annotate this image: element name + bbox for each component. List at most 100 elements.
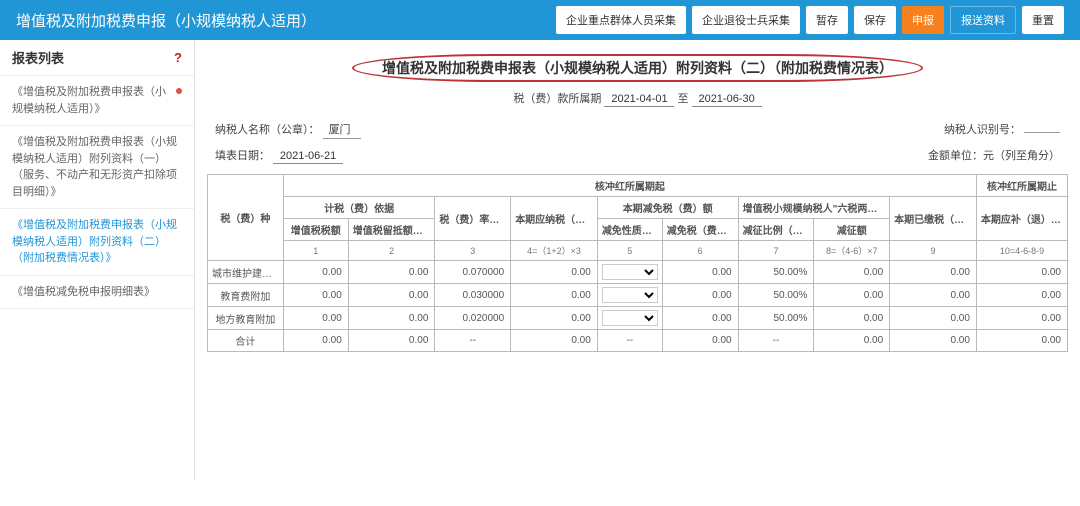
header-bar: 增值税及附加税费申报（小规模纳税人适用） 企业重点群体人员采集 企业退役士兵采集…: [0, 0, 1080, 40]
table-row: 教育费附加 0.00 0.00 0.030000 0.00 0.00 50.00…: [208, 284, 1068, 307]
alert-dot-icon: [176, 88, 182, 94]
btn-declare[interactable]: 申报: [902, 6, 944, 34]
cell[interactable]: 50.00%: [738, 261, 814, 284]
cell[interactable]: 0.00: [976, 261, 1067, 284]
cell: 0.00: [976, 330, 1067, 352]
cell[interactable]: 50.00%: [738, 284, 814, 307]
cell[interactable]: 0.00: [511, 284, 598, 307]
cell[interactable]: 0.020000: [435, 307, 511, 330]
taxpayer-info-row: 纳税人名称（公章）： 厦门 纳税人识别号：: [207, 117, 1068, 143]
th-vat-retained: 增值税留抵额或免征额: [348, 219, 435, 241]
reduction-code-select[interactable]: [602, 264, 658, 280]
cell[interactable]: 0.00: [511, 261, 598, 284]
coln-9: 9: [890, 241, 977, 261]
sidebar-item-attachment-1[interactable]: 《增值税及附加税费申报表（小规模纳税人适用）附列资料（一）（服务、不动产和无形资…: [0, 126, 194, 209]
btn-save[interactable]: 保存: [854, 6, 896, 34]
cell[interactable]: 0.00: [814, 307, 890, 330]
th-policy: 增值税小规模纳税人"六税两费"减征政策: [738, 197, 890, 219]
cell[interactable]: 0.00: [890, 284, 977, 307]
period-from-input[interactable]: [604, 93, 674, 107]
taxpayer-name-label: 纳税人名称（公章）：: [215, 124, 320, 136]
coln-5: 5: [597, 241, 662, 261]
cell[interactable]: 0.00: [283, 261, 348, 284]
row-name-edu-fee: 教育费附加: [208, 284, 284, 307]
sidebar-title-text: 报表列表: [12, 48, 64, 67]
cell[interactable]: 50.00%: [738, 307, 814, 330]
cell[interactable]: 0.00: [511, 307, 598, 330]
coln-6: 6: [662, 241, 738, 261]
cell[interactable]: 0.00: [283, 307, 348, 330]
coln-3: 3: [435, 241, 511, 261]
cell[interactable]: 0.00: [348, 284, 435, 307]
btn-tempsave[interactable]: 暂存: [806, 6, 848, 34]
period-row: 税（费）款所属期 至: [207, 90, 1068, 107]
cell[interactable]: 0.00: [814, 261, 890, 284]
main-content: 增值税及附加税费申报表（小规模纳税人适用）附列资料（二）（附加税费情况表） 税（…: [195, 40, 1080, 480]
btn-key-personnel[interactable]: 企业重点群体人员采集: [556, 6, 686, 34]
coln-7: 7: [738, 241, 814, 261]
th-period-start: 核冲红所属期起: [283, 175, 976, 197]
cell[interactable]: 0.070000: [435, 261, 511, 284]
th-period-end: 核冲红所属期止: [976, 175, 1067, 197]
th-paid: 本期已缴税（费）额: [890, 197, 977, 241]
th-reduction: 本期减免税（费）额: [597, 197, 738, 219]
help-icon[interactable]: ?: [174, 50, 182, 65]
table-colnum-row: 1 2 3 4=（1+2）×3 5 6 7 8=（4-6）×7 9 10=4-6…: [208, 241, 1068, 261]
cell: 0.00: [283, 330, 348, 352]
cell[interactable]: 0.00: [662, 261, 738, 284]
cell[interactable]: 0.00: [890, 261, 977, 284]
reduction-code-select[interactable]: [602, 287, 658, 303]
cell[interactable]: 0.00: [662, 307, 738, 330]
th-reduction-amount: 减免税（费）额: [662, 219, 738, 241]
btn-veteran[interactable]: 企业退役士兵采集: [692, 6, 800, 34]
sidebar-item-label: 《增值税及附加税费申报表（小规模纳税人适用）附列资料（二）（附加税费情况表）》: [12, 217, 182, 267]
table-total-row: 合计 0.00 0.00 -- 0.00 -- 0.00 -- 0.00 0.0…: [208, 330, 1068, 352]
cell[interactable]: 0.00: [890, 307, 977, 330]
th-reduce-pct: 减征比例（%）: [738, 219, 814, 241]
sidebar-item-main-form[interactable]: 《增值税及附加税费申报表（小规模纳税人适用）》: [0, 76, 194, 126]
cell[interactable]: 0.00: [348, 307, 435, 330]
cell[interactable]: 0.00: [283, 284, 348, 307]
tax-table: 税（费）种 核冲红所属期起 核冲红所属期止 计税（费）依据 税（费）率（征收率）…: [207, 174, 1068, 352]
th-supplement: 本期应补（退）税（费）额: [976, 197, 1067, 241]
cell[interactable]: 0.00: [976, 307, 1067, 330]
th-tax-type: 税（费）种: [208, 175, 284, 261]
cell: 0.00: [890, 330, 977, 352]
cell[interactable]: 0.00: [976, 284, 1067, 307]
table-row: 城市维护建设税 0.00 0.00 0.070000 0.00 0.00 50.…: [208, 261, 1068, 284]
th-payable: 本期应纳税（费）额: [511, 197, 598, 241]
cell[interactable]: 0.00: [662, 284, 738, 307]
taxpayer-id-value: [1024, 131, 1060, 133]
sidebar-title: 报表列表 ?: [0, 40, 194, 76]
btn-send-materials[interactable]: 报送资料: [950, 6, 1016, 34]
tax-table-wrapper: 税（费）种 核冲红所属期起 核冲红所属期止 计税（费）依据 税（费）率（征收率）…: [207, 174, 1068, 352]
coln-8: 8=（4-6）×7: [814, 241, 890, 261]
btn-reset[interactable]: 重置: [1022, 6, 1064, 34]
period-sep: 至: [678, 93, 689, 105]
sidebar-item-label: 《增值税及附加税费申报表（小规模纳税人适用）附列资料（一）（服务、不动产和无形资…: [12, 134, 182, 200]
cell-select[interactable]: [597, 307, 662, 330]
cell[interactable]: 0.030000: [435, 284, 511, 307]
taxpayer-id-label: 纳税人识别号：: [944, 124, 1021, 136]
table-header-row-2: 计税（费）依据 税（费）率（征收率）（%） 本期应纳税（费）额 本期减免税（费）…: [208, 197, 1068, 219]
coln-10: 10=4-6-8-9: [976, 241, 1067, 261]
coln-4: 4=（1+2）×3: [511, 241, 598, 261]
sidebar-item-exempt[interactable]: 《增值税减免税申报明细表》: [0, 276, 194, 310]
doc-title-text: 增值税及附加税费申报表（小规模纳税人适用）附列资料（二）（附加税费情况表）: [352, 54, 923, 82]
fill-date-input[interactable]: [273, 150, 343, 164]
row-name-local-edu: 地方教育附加: [208, 307, 284, 330]
cell[interactable]: 0.00: [814, 284, 890, 307]
period-to-input[interactable]: [692, 93, 762, 107]
cell: --: [597, 330, 662, 352]
reduction-code-select[interactable]: [602, 310, 658, 326]
row-name-city-tax: 城市维护建设税: [208, 261, 284, 284]
cell[interactable]: 0.00: [348, 261, 435, 284]
cell-select[interactable]: [597, 261, 662, 284]
cell-select[interactable]: [597, 284, 662, 307]
coln-2: 2: [348, 241, 435, 261]
th-reduction-code: 减免性质代码: [597, 219, 662, 241]
doc-title: 增值税及附加税费申报表（小规模纳税人适用）附列资料（二）（附加税费情况表）: [207, 54, 1068, 82]
unit-label: 金额单位：元（列至角分）: [928, 147, 1060, 164]
sidebar-item-attachment-2[interactable]: 《增值税及附加税费申报表（小规模纳税人适用）附列资料（二）（附加税费情况表）》: [0, 209, 194, 276]
cell: 0.00: [348, 330, 435, 352]
